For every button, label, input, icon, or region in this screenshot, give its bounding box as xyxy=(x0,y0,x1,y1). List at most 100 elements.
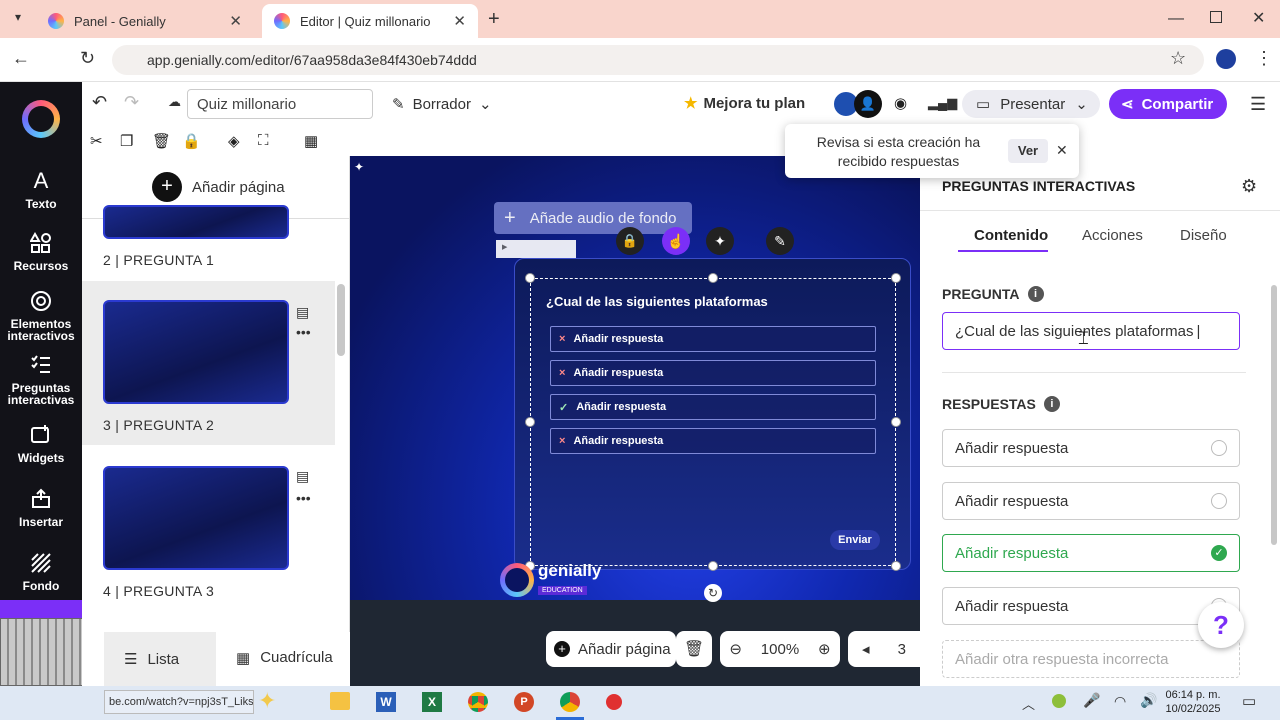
duplicate-icon[interactable]: ❐ xyxy=(120,132,133,150)
layers-icon[interactable]: ◈ xyxy=(228,132,240,150)
tab-panel[interactable]: Panel - Genially ✕ xyxy=(36,4,254,38)
answer-option[interactable]: Añadir respuesta xyxy=(942,429,1240,467)
wifi-icon[interactable]: ◠ xyxy=(1114,693,1126,710)
title-input[interactable]: Quiz millonario xyxy=(187,89,373,119)
select-area-icon[interactable]: ⛶ xyxy=(258,132,269,149)
page-notes-icon[interactable]: ▤ xyxy=(296,304,309,321)
panel-scrollbar[interactable] xyxy=(1271,285,1277,545)
grid-view-tab[interactable]: ▦ Cuadrícula xyxy=(236,649,333,667)
thumb-scrollbar[interactable] xyxy=(337,284,345,356)
tab-content[interactable]: Contenido xyxy=(974,227,1048,244)
chrome-active-icon[interactable] xyxy=(560,692,580,712)
minimize-icon[interactable]: — xyxy=(1168,10,1184,28)
tab-actions[interactable]: Acciones xyxy=(1082,227,1143,244)
list-view-tab[interactable]: ☰ Lista xyxy=(104,632,216,686)
microphone-icon[interactable]: 🎤 xyxy=(1083,692,1100,709)
close-notification-icon[interactable]: ✕ xyxy=(1056,142,1068,159)
nav-interactive-questions[interactable]: Preguntas interactivas xyxy=(0,354,82,406)
lock-element-icon[interactable]: 🔒 xyxy=(616,227,644,255)
browser-menu-icon[interactable]: ⋮ xyxy=(1255,48,1273,69)
pin-icon[interactable]: ✦ xyxy=(354,160,364,174)
settings-gear-icon[interactable]: ⚙ xyxy=(1241,176,1257,197)
resize-handle[interactable] xyxy=(891,273,901,283)
page-notes-icon[interactable]: ▤ xyxy=(296,468,309,485)
chrome-icon[interactable] xyxy=(468,692,488,712)
back-icon[interactable]: ← xyxy=(12,48,30,69)
answer-option-correct[interactable]: Añadir respuesta ✓ xyxy=(942,534,1240,572)
edit-pencil-icon[interactable]: ✎ xyxy=(766,227,794,255)
upgrade-button[interactable]: ★ Mejora tu plan xyxy=(684,94,805,113)
new-tab-icon[interactable]: + xyxy=(488,8,500,31)
info-icon[interactable]: i xyxy=(1043,396,1060,412)
undo-icon[interactable]: ↶ xyxy=(92,92,107,113)
canvas-answer[interactable]: × Añadir respuesta xyxy=(550,326,876,352)
excel-icon[interactable]: X xyxy=(422,692,442,712)
page-thumbnail-2[interactable] xyxy=(103,300,289,404)
clock[interactable]: 06:14 p. m. 10/02/2025 xyxy=(1162,688,1224,716)
info-icon[interactable]: i xyxy=(1027,286,1044,302)
close-tab-icon[interactable]: ✕ xyxy=(453,12,466,30)
nav-background[interactable]: Fondo xyxy=(0,552,82,592)
preview-eye-icon[interactable]: ◉ xyxy=(894,94,907,112)
nav-resources[interactable]: Recursos xyxy=(0,232,82,272)
canvas-answer[interactable]: × Añadir respuesta xyxy=(550,428,876,454)
resize-handle[interactable] xyxy=(891,561,901,571)
tray-chevron-icon[interactable]: ︿ xyxy=(1022,694,1035,713)
profile-avatar[interactable] xyxy=(1216,49,1236,69)
redo-icon[interactable]: ↷ xyxy=(124,92,139,113)
add-page-button[interactable]: + Añadir página xyxy=(152,172,285,202)
scissors-icon[interactable]: ✂ xyxy=(90,132,103,150)
resize-handle[interactable] xyxy=(891,417,901,427)
nav-widgets[interactable]: Widgets xyxy=(0,424,82,464)
question-text[interactable]: ¿Cual de las siguientes plataformas xyxy=(546,294,768,309)
nav-interactive-elements[interactable]: Elementos interactivos xyxy=(0,290,82,342)
page-more-icon[interactable]: ••• xyxy=(296,324,311,340)
draft-dropdown[interactable]: ✎ Borrador ⌄ xyxy=(392,95,492,114)
bookmark-star-icon[interactable]: ☆ xyxy=(1170,48,1186,69)
ai-sparkle-icon[interactable]: ✦ xyxy=(706,227,734,255)
close-window-icon[interactable]: ✕ xyxy=(1252,8,1265,28)
tab-design[interactable]: Diseño xyxy=(1180,227,1227,244)
resize-handle[interactable] xyxy=(708,273,718,283)
tab-editor[interactable]: Editor | Quiz millonario ✕ xyxy=(262,4,478,38)
prev-page-icon[interactable]: ◂ xyxy=(862,640,870,658)
delete-page-button[interactable]: 🗑 xyxy=(676,631,712,667)
present-button[interactable]: ▭ Presentar ⌄ xyxy=(962,90,1100,118)
canvas-answer[interactable]: ✓ Añadir respuesta xyxy=(550,394,876,420)
maximize-icon[interactable] xyxy=(1210,11,1222,23)
hamburger-menu-icon[interactable]: ☰ xyxy=(1250,94,1266,115)
correct-radio[interactable] xyxy=(1211,440,1227,456)
powerpoint-icon[interactable]: P xyxy=(514,692,534,712)
nav-insert[interactable]: Insertar xyxy=(0,488,82,528)
file-explorer-icon[interactable] xyxy=(330,692,350,710)
question-input[interactable]: ¿Cual de las siguientes plataformas | xyxy=(942,312,1240,350)
resize-handle[interactable] xyxy=(525,417,535,427)
reload-icon[interactable]: ↻ xyxy=(80,48,95,69)
view-responses-button[interactable]: Ver xyxy=(1008,139,1048,163)
resize-handle[interactable] xyxy=(525,273,535,283)
interactivity-icon[interactable]: ☝ xyxy=(662,227,690,255)
check-circle-icon[interactable]: ✓ xyxy=(1211,545,1227,561)
tray-app-icon[interactable] xyxy=(1052,694,1066,708)
zoom-in-icon[interactable]: ⊕ xyxy=(818,640,831,658)
canvas-answer[interactable]: × Añadir respuesta xyxy=(550,360,876,386)
audio-button[interactable]: + Añade audio de fondo xyxy=(494,202,692,234)
answer-option[interactable]: Añadir respuesta xyxy=(942,482,1240,520)
resize-handle[interactable] xyxy=(708,561,718,571)
genially-logo-icon[interactable] xyxy=(22,100,60,138)
add-user-icon[interactable]: 👤 xyxy=(854,90,882,118)
tab-list-button[interactable]: ▾ xyxy=(8,10,28,30)
rotate-handle-icon[interactable]: ↻ xyxy=(704,584,722,602)
grid-pattern-icon[interactable]: ▦ xyxy=(304,132,318,150)
answer-option[interactable]: Añadir respuesta xyxy=(942,587,1240,625)
page-more-icon[interactable]: ••• xyxy=(296,490,311,506)
page-thumbnail-3[interactable] xyxy=(103,466,289,570)
word-icon[interactable]: W xyxy=(376,692,396,712)
page-thumbnail-1[interactable] xyxy=(103,205,289,239)
volume-icon[interactable]: 🔊 xyxy=(1140,692,1157,709)
nav-text[interactable]: A Texto xyxy=(0,170,82,211)
recorder-icon[interactable] xyxy=(606,694,622,710)
lock-icon[interactable]: 🔒 xyxy=(182,132,201,150)
share-button[interactable]: ⋖ Compartir xyxy=(1109,89,1227,119)
canvas-add-page-button[interactable]: + Añadir página xyxy=(546,631,676,667)
